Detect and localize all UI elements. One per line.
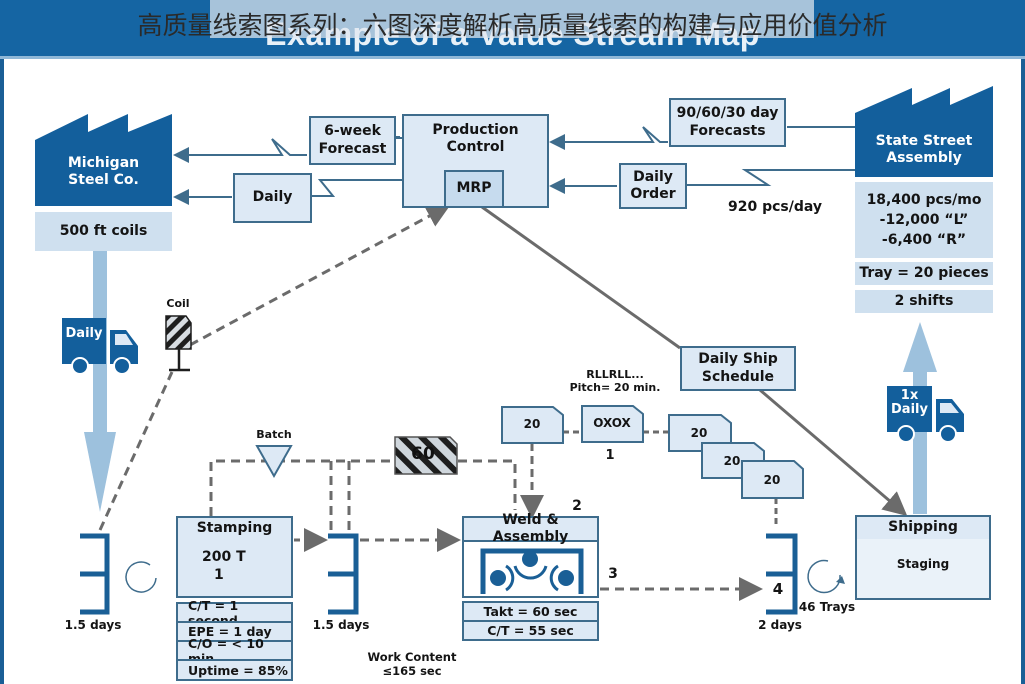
work-content-label: Work Content ≤165 sec <box>367 650 457 678</box>
production-kanban-value: 20 <box>690 426 708 440</box>
supplier-truck-label: Daily <box>65 326 103 341</box>
finished-cycle-icon <box>807 559 841 594</box>
supplier-info: 500 ft coils <box>35 212 172 251</box>
customer-shifts: 2 shifts <box>855 290 993 313</box>
daily-ship-schedule-box[interactable]: Daily Ship Schedule <box>680 346 796 391</box>
wip-inventory-label: 1.5 days <box>312 618 370 632</box>
six-week-forecast-box[interactable]: 6-week Forecast <box>309 116 396 165</box>
shipping-staging: Staging <box>855 539 991 600</box>
finished-trays-label: 46 Trays <box>798 600 856 614</box>
raw-inventory-label: 1.5 days <box>64 618 122 632</box>
weld-data-row: Takt = 60 sec <box>462 601 599 622</box>
load-leveling-value: OXOX <box>593 416 631 430</box>
production-kanban-value: 20 <box>763 473 781 487</box>
stamping-data-row: Uptime = 85% <box>176 659 293 681</box>
coil-label: Coil <box>166 297 190 310</box>
mrp-box[interactable]: MRP <box>444 170 504 208</box>
finished-inventory-number: 4 <box>772 580 784 598</box>
batch-label: Batch <box>256 428 292 441</box>
stamping-title[interactable]: Stamping <box>176 516 293 542</box>
signal-kanban-value: 60 <box>411 444 435 464</box>
production-control[interactable]: Production Control <box>402 114 549 164</box>
customer-truck-label: 1x Daily <box>891 388 928 418</box>
supplier-name: Michigan Steel Co. <box>67 155 140 188</box>
customer-rate: 920 pcs/day <box>728 199 823 215</box>
stamping-data-row: C/O = < 10 min. <box>176 636 293 666</box>
customer-name: State Street Assembly <box>875 133 973 166</box>
customer-tray: Tray = 20 pieces <box>855 262 993 285</box>
raw-inventory-icon <box>80 533 110 615</box>
finished-inventory-label: 2 days <box>758 618 802 632</box>
shipping-title[interactable]: Shipping <box>855 515 991 541</box>
withdrawal-kanban-value: 20 <box>523 417 541 431</box>
forecasts-box[interactable]: 90/60/30 day Forecasts <box>669 98 786 147</box>
stamping-data-row: C/T = 1 second <box>176 598 293 628</box>
customer-demand: 18,400 pcs/mo -12,000 “L” -6,400 “R” <box>855 182 993 258</box>
weld-assembly-body <box>462 540 599 598</box>
stamping-body: 200 T 1 <box>176 540 293 598</box>
daily-supplier-box[interactable]: Daily <box>233 173 312 223</box>
production-kanban-value: 20 <box>723 454 741 468</box>
supermarket-cycle-icon <box>125 561 157 593</box>
finished-inventory-icon <box>766 533 798 615</box>
weld-data-row: C/T = 55 sec <box>462 620 599 641</box>
weld-output-number: 3 <box>608 566 618 582</box>
heijunka-number: 1 <box>605 448 615 463</box>
heijunka-label: RLLRLL... Pitch= 20 min. <box>569 368 661 395</box>
coil-signal-kanban-icon <box>165 315 192 372</box>
daily-order-box[interactable]: Daily Order <box>619 163 687 209</box>
weld-assembly-title[interactable]: Weld & Assembly <box>462 512 599 545</box>
wip-inventory-icon <box>328 533 359 615</box>
